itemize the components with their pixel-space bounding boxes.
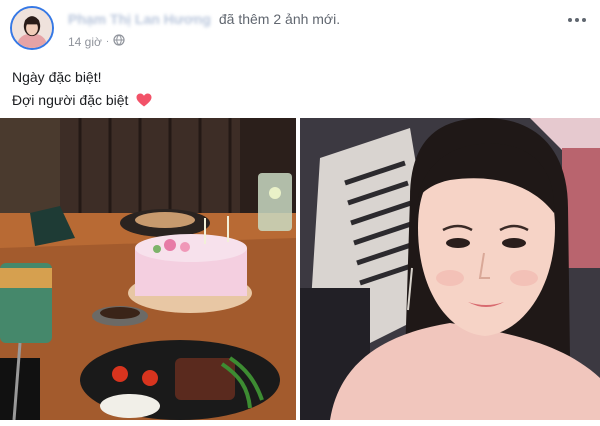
post-header-text: Phạm Thị Lan Hương đã thêm 2 ảnh mới. (68, 10, 340, 28)
more-dot (568, 18, 572, 22)
meta-separator: · (105, 36, 110, 47)
heart-icon (136, 93, 152, 107)
post-meta: 14 giờ · (68, 34, 125, 49)
post-action-text: đã thêm 2 ảnh mới. (218, 11, 341, 27)
post-caption: Ngày đặc biệt! Đợi người đặc biệt (12, 66, 152, 112)
facebook-post: Phạm Thị Lan Hương đã thêm 2 ảnh mới. 14… (0, 0, 600, 426)
author-name[interactable]: Phạm Thị Lan Hương (68, 11, 211, 27)
caption-line-2: Đợi người đặc biệt (12, 89, 152, 112)
caption-line-2-text: Đợi người đặc biệt (12, 92, 129, 108)
more-dot (582, 18, 586, 22)
caption-line-1: Ngày đặc biệt! (12, 69, 102, 85)
more-dot (575, 18, 579, 22)
post-header: Phạm Thị Lan Hương đã thêm 2 ảnh mới. 14… (10, 6, 590, 54)
author-avatar[interactable] (10, 6, 54, 50)
photo-selfie[interactable] (300, 118, 600, 420)
more-options-icon[interactable] (566, 12, 588, 28)
globe-icon[interactable] (113, 34, 125, 49)
post-timestamp[interactable]: 14 giờ (68, 35, 102, 49)
post-photos (0, 118, 600, 426)
photo-birthday-dinner[interactable] (0, 118, 296, 420)
avatar-image (12, 8, 52, 48)
